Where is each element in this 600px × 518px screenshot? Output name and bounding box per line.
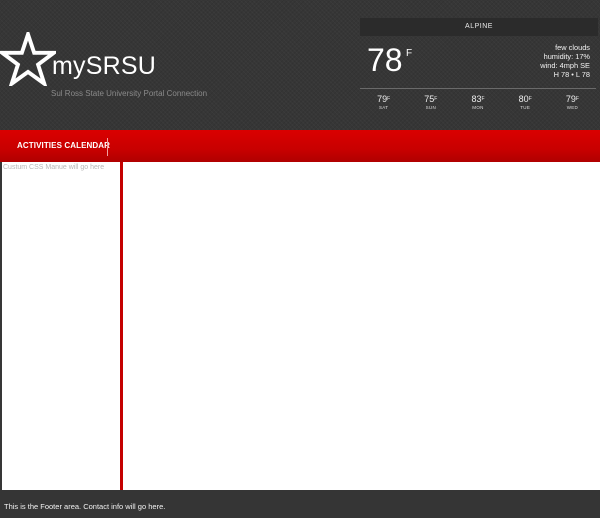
- forecast-temp: 80: [518, 94, 529, 104]
- current-temperature: 78: [367, 42, 403, 78]
- sidebar-placeholder-text: Custum CSS Manue will go here: [3, 164, 105, 171]
- forecast-day: 79F SAT: [360, 94, 407, 118]
- weather-widget: ALPINE 78 F few clouds humidity: 17% win…: [360, 18, 598, 118]
- forecast-day-name: MON: [472, 105, 484, 110]
- forecast-day-name: TUE: [520, 105, 531, 110]
- forecast-unit: F: [387, 96, 391, 102]
- weather-humidity: humidity: 17%: [543, 52, 590, 61]
- forecast-temp: 79: [565, 94, 576, 104]
- footer-text: This is the Footer area. Contact info wi…: [4, 502, 166, 511]
- weather-wind: wind: 4mph SE: [540, 61, 590, 70]
- forecast-unit: F: [575, 96, 579, 102]
- weather-location: ALPINE: [360, 18, 598, 36]
- logo[interactable]: mySRSU Sul Ross State University Portal …: [0, 32, 207, 102]
- weather-high-low: H 78 • L 78: [553, 70, 590, 79]
- nav-item-activities-calendar[interactable]: ACTIVITIES CALENDAR: [17, 130, 110, 162]
- footer: This is the Footer area. Contact info wi…: [0, 490, 600, 518]
- forecast-day: 79F WED: [549, 94, 596, 118]
- weather-divider: [360, 88, 596, 89]
- weather-details: few clouds humidity: 17% wind: 4mph SE H…: [540, 43, 590, 79]
- temperature-unit: F: [406, 48, 413, 59]
- tagline: Sul Ross State University Portal Connect…: [51, 89, 208, 98]
- forecast-temp: 79: [377, 94, 388, 104]
- star-logo-icon: [0, 32, 56, 86]
- forecast-temp: 75: [424, 94, 435, 104]
- page: mySRSU Sul Ross State University Portal …: [0, 0, 600, 518]
- forecast-unit: F: [434, 96, 438, 102]
- sidebar: Custum CSS Manue will go here: [2, 162, 120, 490]
- forecast-temp: 83: [471, 94, 482, 104]
- forecast-day: 83F MON: [454, 94, 501, 118]
- weather-conditions: few clouds: [555, 43, 590, 52]
- forecast-day-name: SAT: [378, 105, 389, 110]
- main-content: [123, 162, 600, 490]
- logo-text: mySRSU: [52, 52, 156, 80]
- forecast: 79F SAT 75F SUN 83F MON 80F TUE 79F WED: [360, 94, 596, 118]
- forecast-day: 75F SUN: [407, 94, 454, 118]
- header: mySRSU Sul Ross State University Portal …: [0, 0, 600, 130]
- forecast-unit: F: [528, 96, 532, 102]
- forecast-day-name: SUN: [425, 105, 436, 110]
- forecast-day: 80F TUE: [502, 94, 549, 118]
- forecast-unit: F: [481, 96, 485, 102]
- main-nav: ACTIVITIES CALENDAR: [0, 130, 600, 162]
- nav-separator: [107, 138, 108, 156]
- forecast-day-name: WED: [566, 105, 579, 110]
